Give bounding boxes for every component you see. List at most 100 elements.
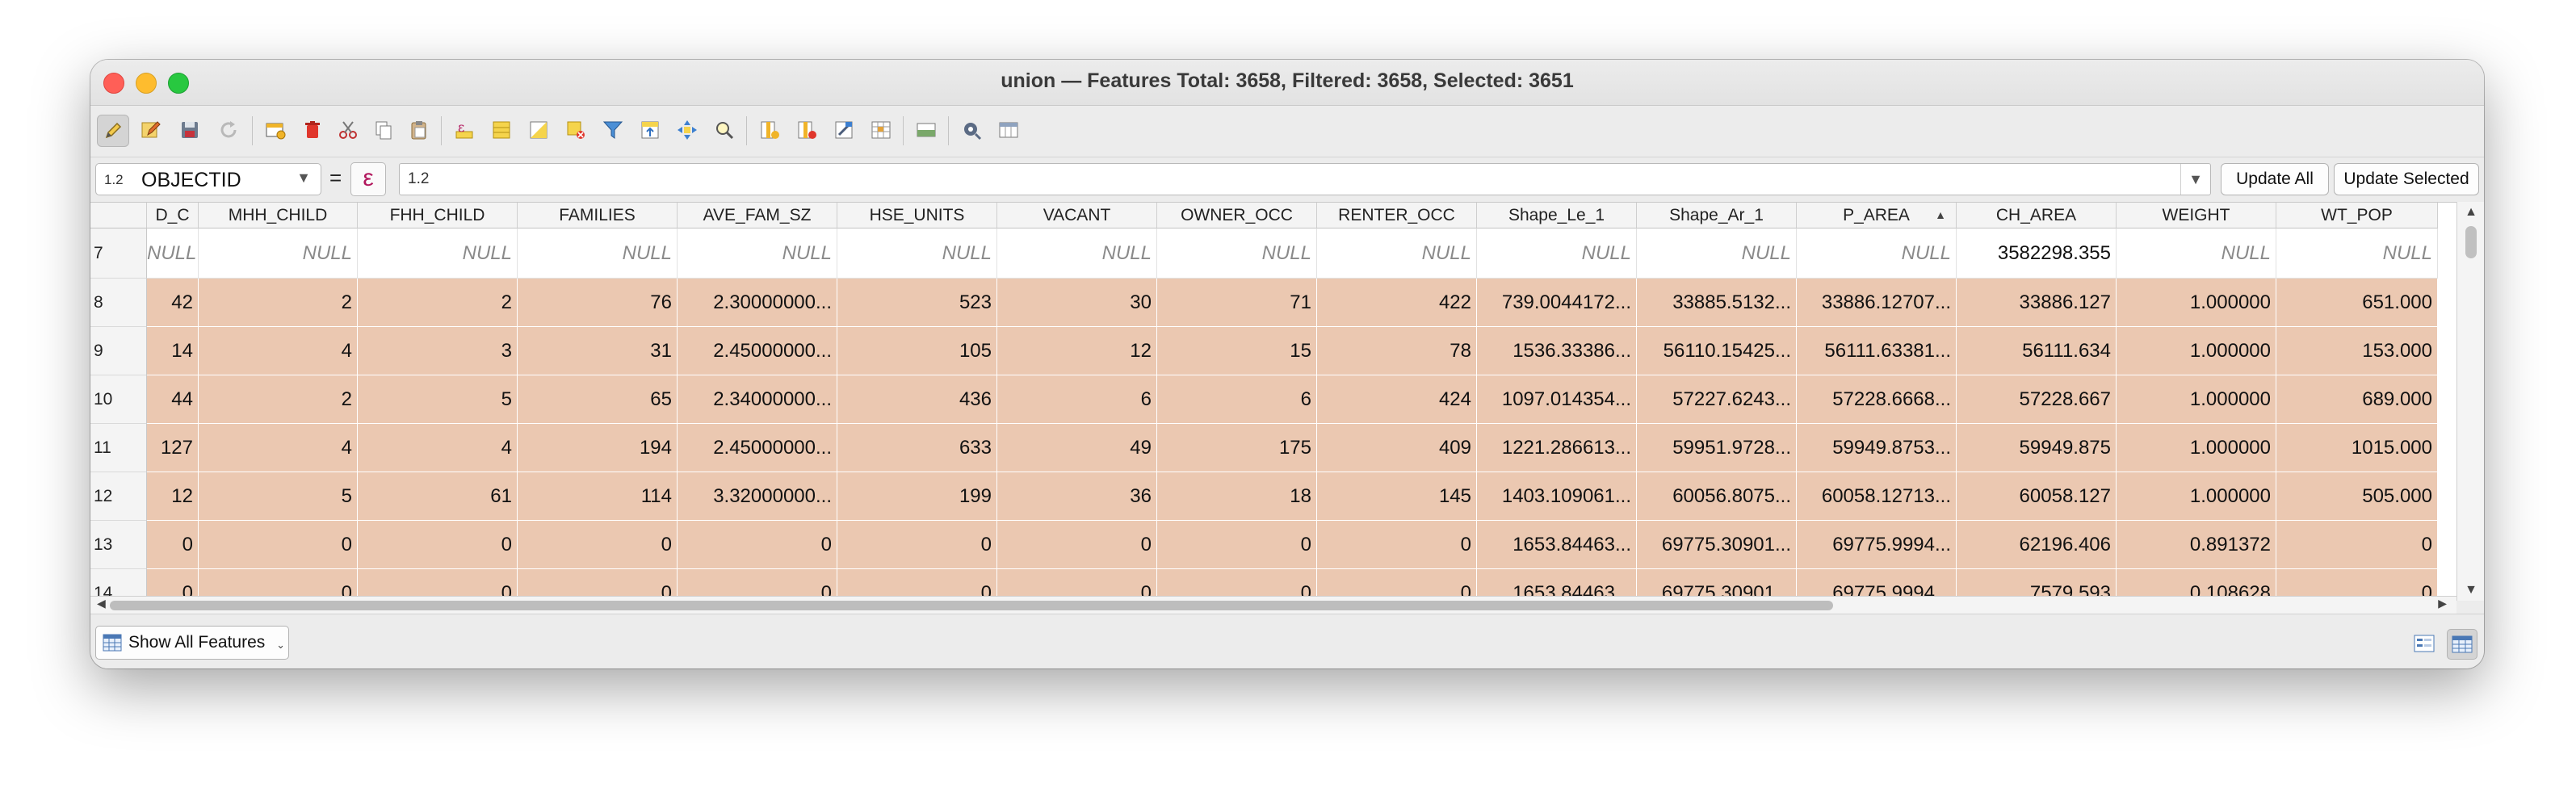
save-edits-icon[interactable] bbox=[174, 115, 205, 145]
table-cell[interactable]: 0 bbox=[199, 521, 358, 569]
table-cell[interactable]: NULL bbox=[2276, 228, 2438, 279]
table-cell[interactable]: 1.000000 bbox=[2117, 327, 2276, 375]
cut-icon[interactable] bbox=[333, 115, 363, 145]
table-cell[interactable]: 14 bbox=[147, 327, 199, 375]
pencil-edit-icon[interactable] bbox=[97, 115, 129, 147]
table-cell[interactable]: 1015.000 bbox=[2276, 424, 2438, 472]
delete-field-icon[interactable] bbox=[791, 115, 822, 145]
table-cell[interactable]: 114 bbox=[518, 472, 678, 521]
invert-selection-icon[interactable] bbox=[523, 115, 554, 145]
deselect-all-icon[interactable] bbox=[560, 115, 591, 145]
table-cell[interactable]: 3582298.355 bbox=[1957, 228, 2117, 279]
table-cell[interactable]: 49 bbox=[997, 424, 1157, 472]
table-cell[interactable]: 523 bbox=[837, 279, 997, 327]
table-cell[interactable]: 33886.127 bbox=[1957, 279, 2117, 327]
scroll-down-arrow-icon[interactable]: ▼ bbox=[2457, 583, 2484, 597]
table-cell[interactable]: 78 bbox=[1317, 327, 1477, 375]
vertical-scroll-thumb[interactable] bbox=[2465, 226, 2477, 258]
table-cell[interactable]: 3.32000000... bbox=[678, 472, 837, 521]
table-cell[interactable]: 56110.15425... bbox=[1637, 327, 1797, 375]
table-cell[interactable]: 175 bbox=[1157, 424, 1317, 472]
table-cell[interactable]: 57228.6668... bbox=[1797, 375, 1957, 424]
add-feature-icon[interactable] bbox=[260, 115, 291, 145]
table-cell[interactable]: 0 bbox=[1317, 521, 1477, 569]
table-cell[interactable]: 689.000 bbox=[2276, 375, 2438, 424]
column-header[interactable]: Shape_Ar_1 bbox=[1637, 203, 1797, 228]
expression-builder-button[interactable]: ε bbox=[350, 162, 386, 196]
column-header[interactable]: FAMILIES bbox=[518, 203, 678, 228]
update-all-button[interactable]: Update All bbox=[2221, 163, 2329, 195]
table-cell[interactable]: 57227.6243... bbox=[1637, 375, 1797, 424]
move-selection-to-top-icon[interactable] bbox=[635, 115, 665, 145]
table-cell[interactable]: 2 bbox=[199, 279, 358, 327]
organize-columns-icon[interactable] bbox=[993, 115, 1024, 145]
table-cell[interactable]: NULL bbox=[358, 228, 518, 279]
table-cell[interactable]: 4 bbox=[199, 424, 358, 472]
select-by-expression-icon[interactable]: ε bbox=[449, 115, 480, 145]
table-cell[interactable]: NULL bbox=[199, 228, 358, 279]
table-cell[interactable]: NULL bbox=[837, 228, 997, 279]
row-header[interactable]: 7 bbox=[90, 228, 147, 279]
table-cell[interactable]: 0.891372 bbox=[2117, 521, 2276, 569]
new-field-icon[interactable] bbox=[754, 115, 785, 145]
table-cell[interactable]: 739.0044172... bbox=[1477, 279, 1637, 327]
column-header[interactable]: VACANT bbox=[997, 203, 1157, 228]
scroll-left-arrow-icon[interactable]: ◀ bbox=[97, 597, 106, 610]
table-cell[interactable]: NULL bbox=[1317, 228, 1477, 279]
column-header[interactable]: RENTER_OCC bbox=[1317, 203, 1477, 228]
table-cell[interactable]: 6 bbox=[997, 375, 1157, 424]
row-header[interactable]: 13 bbox=[90, 521, 147, 569]
table-cell[interactable]: 1536.33386... bbox=[1477, 327, 1637, 375]
filter-select-icon[interactable] bbox=[598, 115, 628, 145]
table-cell[interactable]: 436 bbox=[837, 375, 997, 424]
table-cell[interactable]: 62196.406 bbox=[1957, 521, 2117, 569]
table-cell[interactable]: 2.34000000... bbox=[678, 375, 837, 424]
table-cell[interactable]: 2.45000000... bbox=[678, 424, 837, 472]
conditional-formatting-icon[interactable] bbox=[866, 115, 896, 145]
row-header[interactable]: 8 bbox=[90, 279, 147, 327]
table-cell[interactable]: 4 bbox=[358, 424, 518, 472]
table-cell[interactable]: NULL bbox=[2117, 228, 2276, 279]
copy-icon[interactable] bbox=[368, 115, 399, 145]
table-cell[interactable]: 409 bbox=[1317, 424, 1477, 472]
table-cell[interactable]: 56111.63381... bbox=[1797, 327, 1957, 375]
multi-edit-icon[interactable] bbox=[136, 115, 166, 145]
expression-history-dropdown[interactable]: ▼ bbox=[2180, 164, 2210, 195]
table-cell[interactable]: 199 bbox=[837, 472, 997, 521]
dock-table-icon[interactable] bbox=[911, 115, 942, 145]
table-cell[interactable]: 0 bbox=[1157, 521, 1317, 569]
table-cell[interactable]: 65 bbox=[518, 375, 678, 424]
table-cell[interactable]: 4 bbox=[199, 327, 358, 375]
table-cell[interactable]: NULL bbox=[678, 228, 837, 279]
table-cell[interactable]: 0 bbox=[147, 521, 199, 569]
update-selected-button[interactable]: Update Selected bbox=[2334, 163, 2479, 195]
horizontal-scroll-thumb[interactable] bbox=[110, 601, 1833, 610]
table-view-icon[interactable] bbox=[2447, 629, 2477, 660]
row-header[interactable]: 10 bbox=[90, 375, 147, 424]
vertical-scrollbar[interactable]: ▲ ▼ bbox=[2456, 202, 2484, 601]
column-header[interactable]: OWNER_OCC bbox=[1157, 203, 1317, 228]
table-cell[interactable]: 0 bbox=[837, 521, 997, 569]
scroll-right-arrow-icon[interactable]: ▶ bbox=[2438, 597, 2447, 610]
table-cell[interactable]: 57228.667 bbox=[1957, 375, 2117, 424]
table-cell[interactable]: 18 bbox=[1157, 472, 1317, 521]
table-cell[interactable]: 651.000 bbox=[2276, 279, 2438, 327]
table-cell[interactable]: 2.45000000... bbox=[678, 327, 837, 375]
row-header[interactable]: 12 bbox=[90, 472, 147, 521]
table-cell[interactable]: 33886.12707... bbox=[1797, 279, 1957, 327]
column-header[interactable]: HSE_UNITS bbox=[837, 203, 997, 228]
table-cell[interactable]: NULL bbox=[1157, 228, 1317, 279]
table-cell[interactable]: 59949.8753... bbox=[1797, 424, 1957, 472]
column-header[interactable]: D_C bbox=[147, 203, 199, 228]
paste-icon[interactable] bbox=[404, 115, 434, 145]
table-cell[interactable]: 145 bbox=[1317, 472, 1477, 521]
table-cell[interactable]: NULL bbox=[147, 228, 199, 279]
expression-input[interactable]: 1.2 ▼ bbox=[399, 163, 2211, 195]
column-header[interactable]: WEIGHT bbox=[2117, 203, 2276, 228]
table-cell[interactable]: 194 bbox=[518, 424, 678, 472]
table-cell[interactable]: NULL bbox=[997, 228, 1157, 279]
table-cell[interactable]: 69775.30901... bbox=[1637, 521, 1797, 569]
column-header[interactable]: Shape_Le_1 bbox=[1477, 203, 1637, 228]
column-header[interactable]: MHH_CHILD bbox=[199, 203, 358, 228]
table-cell[interactable]: 44 bbox=[147, 375, 199, 424]
